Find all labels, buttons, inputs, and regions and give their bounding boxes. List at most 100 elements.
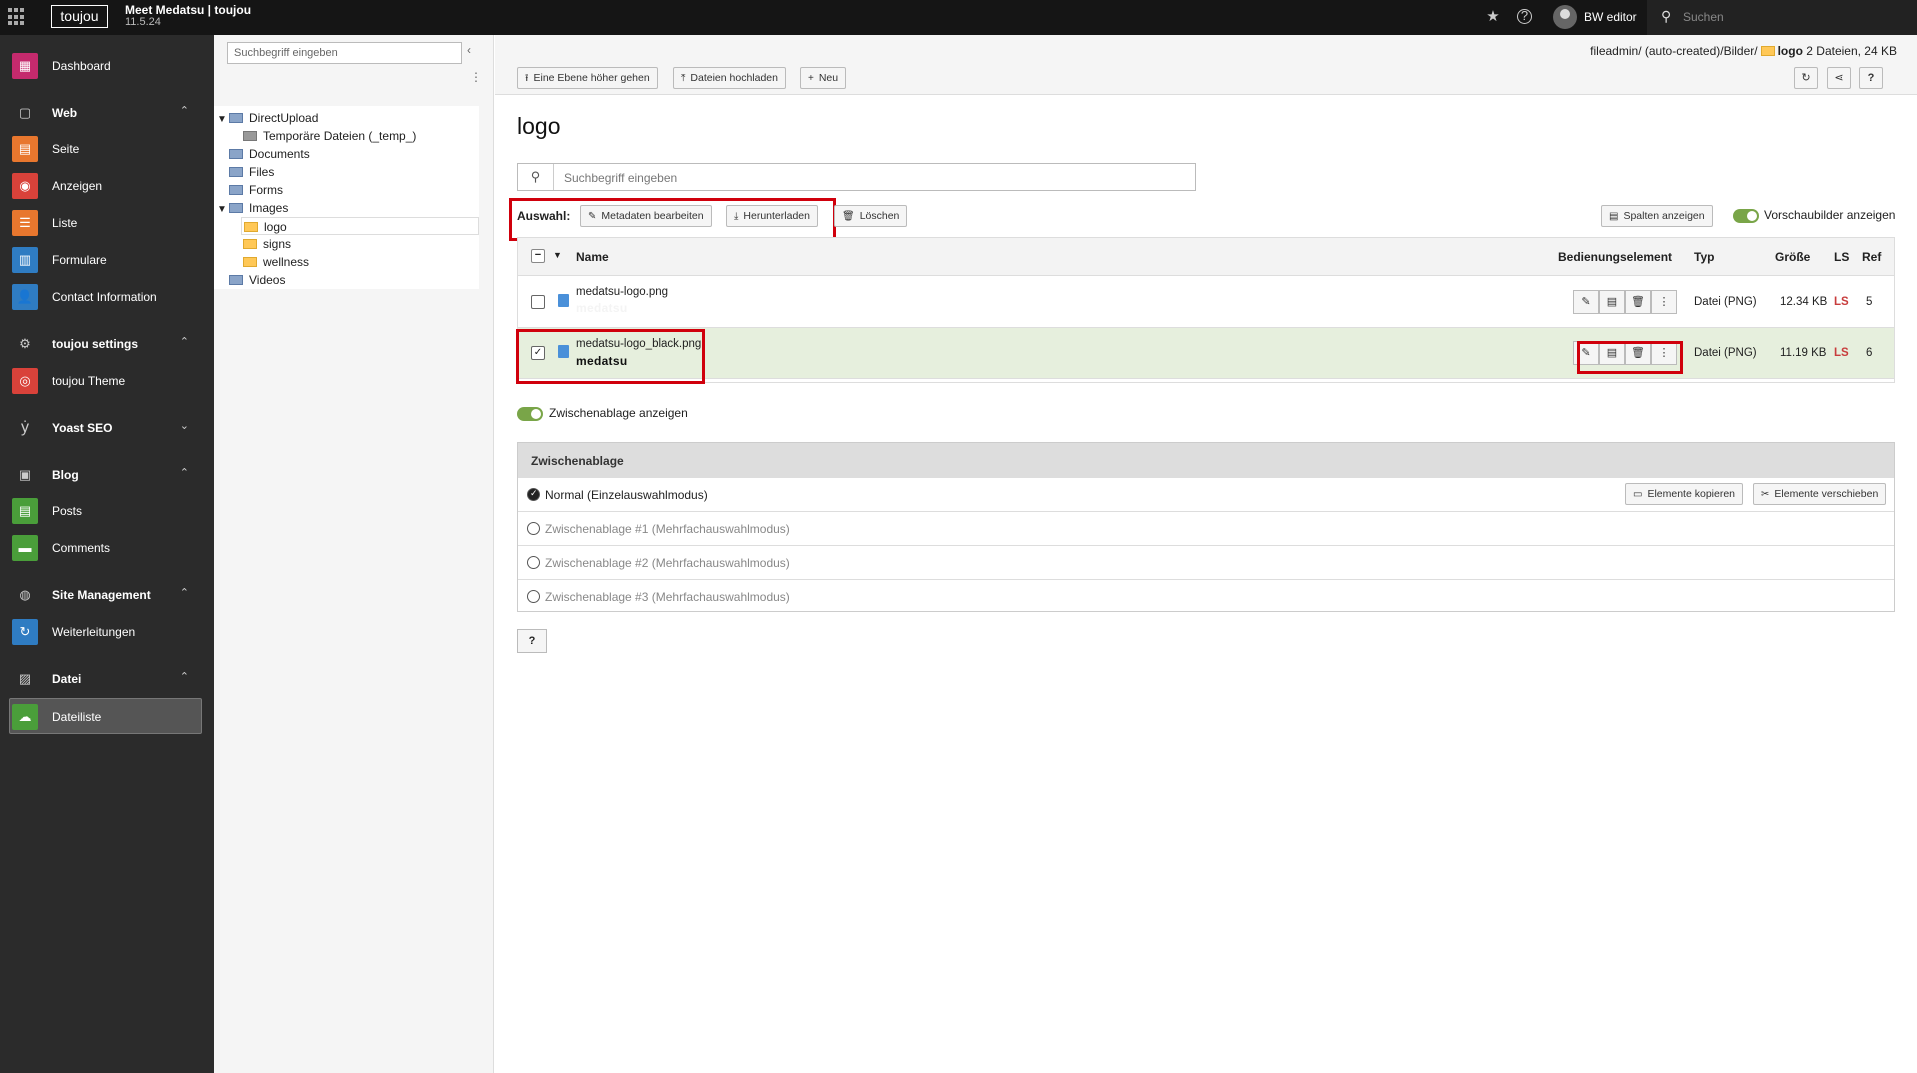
- group-toujou-settings[interactable]: ⚙ toujou settings ⌃: [10, 328, 203, 358]
- module-dashboard[interactable]: ▦ Dashboard: [10, 50, 203, 80]
- pencil-icon[interactable]: ✎: [1573, 290, 1599, 314]
- group-datei[interactable]: ▨ Datei ⌃: [10, 663, 203, 693]
- group-label: toujou settings: [52, 337, 138, 351]
- radio-checked-icon[interactable]: [527, 488, 540, 501]
- group-blog[interactable]: ▣ Blog ⌃: [10, 459, 203, 489]
- module-weiterleitungen[interactable]: ↻ Weiterleitungen: [10, 616, 203, 646]
- chevron-down-icon: ⌄: [179, 420, 189, 432]
- folder-icon: [244, 222, 258, 232]
- tree-node-files[interactable]: Files: [229, 163, 274, 181]
- tree-node-forms[interactable]: Forms: [229, 181, 283, 199]
- file-search-input[interactable]: ⚲ Suchbegriff eingeben: [517, 163, 1196, 191]
- module-posts[interactable]: ▤ Posts: [10, 495, 203, 525]
- upload-button[interactable]: ⤒ Dateien hochladen: [673, 67, 786, 89]
- move-elements-button[interactable]: ✂ Elemente verschieben: [1753, 483, 1887, 505]
- trash-icon[interactable]: 🗑: [1625, 290, 1651, 314]
- module-label: Posts: [52, 504, 83, 518]
- more-icon[interactable]: ⋮: [470, 70, 482, 84]
- username[interactable]: BW editor: [1584, 10, 1637, 24]
- module-dateiliste[interactable]: ☁ Dateiliste: [9, 698, 202, 734]
- go-up-button[interactable]: ⭱ Eine Ebene höher gehen: [517, 67, 658, 89]
- group-yoast[interactable]: ẏ Yoast SEO ⌄: [10, 412, 203, 442]
- edit-metadata-button[interactable]: ✎ Metadaten bearbeiten: [580, 205, 712, 227]
- column-header-ref[interactable]: Ref: [1862, 250, 1881, 264]
- localization-status[interactable]: LS: [1834, 347, 1849, 359]
- refresh-icon[interactable]: ↻: [1794, 67, 1818, 89]
- tree-node-videos[interactable]: Videos: [229, 271, 285, 289]
- module-liste[interactable]: ☰ Liste: [10, 207, 203, 237]
- localization-status[interactable]: LS: [1834, 296, 1849, 308]
- global-search[interactable]: ⚲ Suchen: [1647, 0, 1917, 35]
- table-row[interactable]: medatsu-logo.png medatsu ✎ ▤ 🗑 ⋮ Datei (…: [518, 277, 1894, 328]
- copy-elements-button[interactable]: ▭ Elemente kopieren: [1625, 483, 1744, 505]
- info-icon[interactable]: ▤: [1599, 290, 1625, 314]
- show-columns-button[interactable]: ▤ Spalten anzeigen: [1601, 205, 1713, 227]
- gear-icon: ⚙: [19, 336, 31, 351]
- table-row-selected[interactable]: ✓ medatsu-logo_black.png medatsu ✎ ▤ 🗑 ⋮…: [518, 328, 1894, 379]
- column-header-name[interactable]: Name: [576, 250, 609, 264]
- clipboard-toggle[interactable]: [517, 407, 543, 421]
- tree-node-wellness[interactable]: wellness: [243, 253, 309, 271]
- tree-node-signs[interactable]: signs: [243, 235, 291, 253]
- radio-icon[interactable]: [527, 522, 540, 535]
- group-web[interactable]: ▢ Web ⌃: [10, 97, 203, 127]
- clipboard-normal[interactable]: Normal (Einzelauswahlmodus) ▭ Elemente ko…: [518, 477, 1894, 511]
- reference-count[interactable]: 6: [1866, 347, 1872, 359]
- tree-search-input[interactable]: Suchbegriff eingeben: [227, 42, 462, 64]
- file-name-link[interactable]: medatsu-logo.png: [576, 286, 668, 298]
- module-label: Contact Information: [52, 290, 157, 304]
- share-icon[interactable]: ⋖: [1827, 67, 1851, 89]
- tree-node-temp[interactable]: Temporäre Dateien (_temp_): [243, 127, 416, 145]
- help-icon[interactable]: ?: [1517, 9, 1532, 24]
- file-table: − ▼ Name Bedienungselement Typ Größe LS …: [517, 237, 1895, 383]
- thumbnails-toggle[interactable]: [1733, 209, 1759, 223]
- tree-node-directupload[interactable]: ▼ DirectUpload: [217, 109, 318, 127]
- toujou-logo[interactable]: toujou: [51, 5, 108, 28]
- clipboard-pad-3[interactable]: Zwischenablage #3 (Mehrfachauswahlmodus): [518, 579, 1894, 613]
- dashboard-icon: ▦: [12, 53, 38, 79]
- new-button[interactable]: + Neu: [800, 67, 847, 89]
- button-label: Herunterladen: [743, 210, 810, 222]
- help-button[interactable]: ?: [517, 629, 547, 653]
- row-checkbox[interactable]: [531, 295, 545, 309]
- module-label: Weiterleitungen: [52, 625, 136, 639]
- module-contact[interactable]: 👤 Contact Information: [10, 281, 203, 311]
- radio-icon[interactable]: [527, 590, 540, 603]
- module-toujou-theme[interactable]: ◎ toujou Theme: [10, 365, 203, 395]
- radio-icon[interactable]: [527, 556, 540, 569]
- module-comments[interactable]: ▬ Comments: [10, 532, 203, 562]
- breadcrumb-path[interactable]: fileadmin/ (auto-created)/Bilder/: [1590, 44, 1757, 58]
- select-all-checkbox[interactable]: −: [531, 249, 545, 263]
- more-icon[interactable]: ⋮: [1651, 290, 1677, 314]
- tree-node-documents[interactable]: Documents: [229, 145, 310, 163]
- clipboard-pad-1[interactable]: Zwischenablage #1 (Mehrfachauswahlmodus): [518, 511, 1894, 545]
- folder-icon: [243, 239, 257, 249]
- clipboard-pad-2[interactable]: Zwischenablage #2 (Mehrfachauswahlmodus): [518, 545, 1894, 579]
- page-title: logo: [517, 113, 561, 139]
- group-site-management[interactable]: ◍ Site Management ⌃: [10, 579, 203, 609]
- copy-icon: ▭: [1633, 489, 1643, 500]
- tree-node-images[interactable]: ▼ Images: [217, 199, 288, 217]
- collapse-icon[interactable]: ‹: [467, 43, 471, 57]
- download-button[interactable]: ⤓ Herunterladen: [726, 205, 818, 227]
- reference-count[interactable]: 5: [1866, 296, 1872, 308]
- module-label: Anzeigen: [52, 179, 103, 193]
- help-button[interactable]: ?: [1859, 67, 1883, 89]
- module-seite[interactable]: ▤ Seite: [10, 133, 203, 163]
- apps-icon[interactable]: [8, 8, 26, 26]
- expand-icon[interactable]: ▼: [217, 201, 229, 219]
- module-anzeigen[interactable]: ◉ Anzeigen: [10, 170, 203, 200]
- delete-button[interactable]: 🗑 Löschen: [834, 205, 908, 227]
- button-label: Neu: [818, 72, 839, 84]
- chevron-down-icon[interactable]: ▼: [553, 250, 562, 260]
- expand-icon[interactable]: ▼: [217, 111, 229, 129]
- avatar-icon[interactable]: [1553, 5, 1577, 29]
- file-thumbnail[interactable]: medatsu: [576, 301, 627, 315]
- tree-node-logo[interactable]: logo: [241, 217, 479, 235]
- star-icon[interactable]: ★: [1483, 7, 1503, 27]
- column-header-size[interactable]: Größe: [1775, 250, 1810, 264]
- folder-icon: [243, 257, 257, 267]
- column-header-type[interactable]: Typ: [1694, 250, 1714, 264]
- search-icon[interactable]: ⚲: [518, 164, 554, 190]
- module-formulare[interactable]: ▥ Formulare: [10, 244, 203, 274]
